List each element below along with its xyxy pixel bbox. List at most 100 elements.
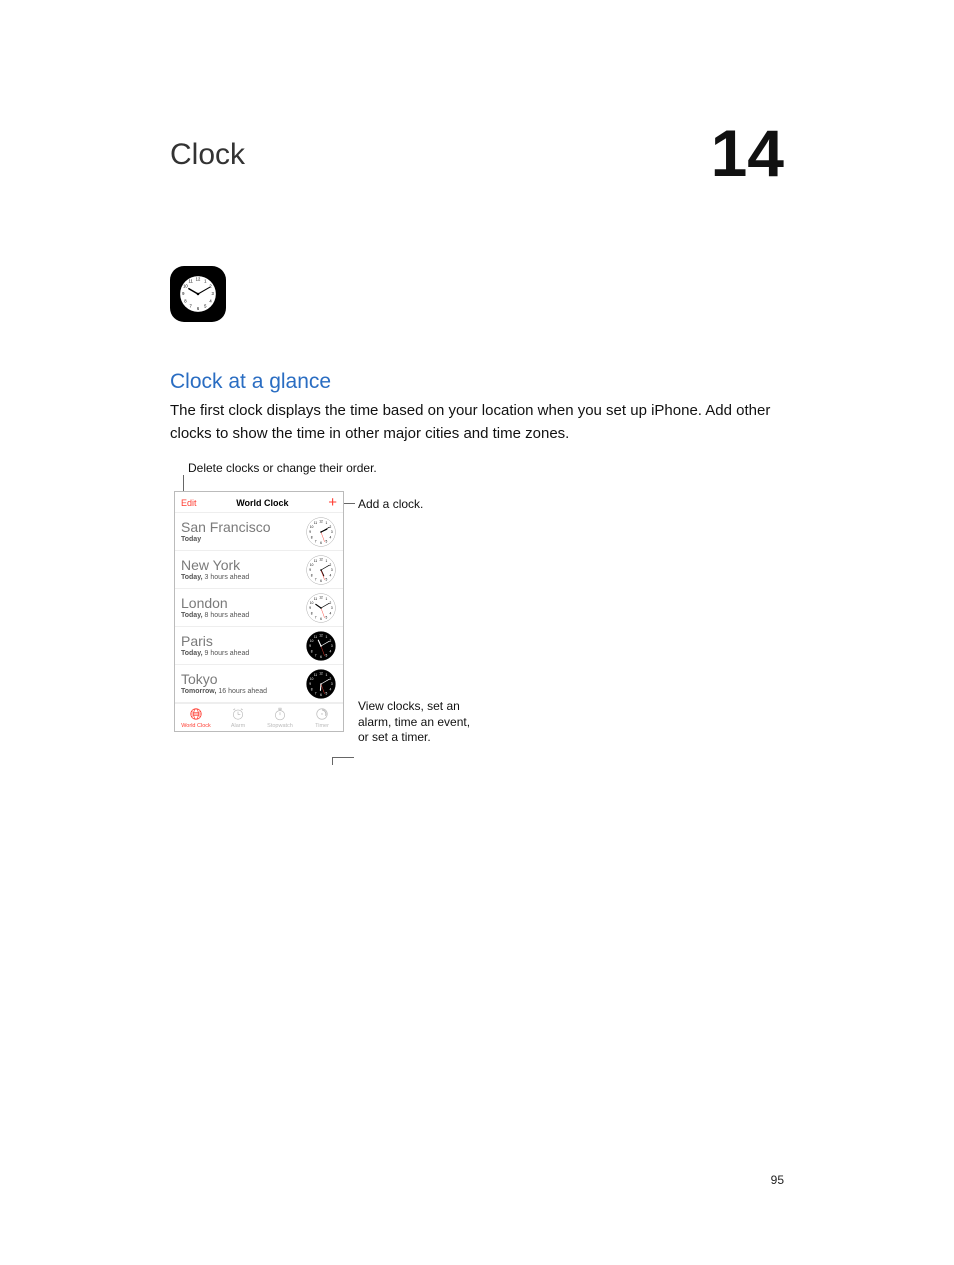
world-clock-screen: Edit World Clock + San Francisco Today 1… (174, 491, 344, 732)
svg-text:10: 10 (310, 562, 314, 566)
tab-label: Stopwatch (267, 723, 293, 729)
globe-icon (189, 707, 203, 723)
svg-text:10: 10 (310, 676, 314, 680)
svg-text:7: 7 (315, 615, 317, 619)
city-name: London (181, 596, 249, 611)
svg-text:10: 10 (310, 638, 314, 642)
svg-text:11: 11 (314, 672, 318, 676)
svg-text:1: 1 (326, 596, 328, 600)
city-row[interactable]: Tokyo Tomorrow, 16 hours ahead 12 3456789… (175, 665, 343, 703)
section-heading: Clock at a glance (170, 370, 784, 394)
svg-text:5: 5 (326, 615, 328, 619)
svg-text:3: 3 (331, 644, 333, 648)
city-row[interactable]: Paris Today, 9 hours ahead 1234567891011… (175, 627, 343, 665)
add-clock-button[interactable]: + (328, 495, 337, 510)
tab-label: World Clock (181, 723, 211, 729)
city-row[interactable]: London Today, 8 hours ahead 123456789101… (175, 589, 343, 627)
svg-text:2: 2 (329, 524, 331, 528)
city-subtext: Today, 8 hours ahead (181, 612, 249, 619)
tab-stopwatch[interactable]: Stopwatch (259, 707, 301, 729)
svg-text:5: 5 (326, 577, 328, 581)
city-row[interactable]: New York Today, 3 hours ahead 1234567891… (175, 551, 343, 589)
svg-text:4: 4 (329, 649, 331, 653)
svg-text:1: 1 (326, 634, 328, 638)
callout-delete-reorder: Delete clocks or change their order. (188, 461, 377, 477)
svg-text:12: 12 (319, 519, 323, 523)
city-name: San Francisco (181, 520, 270, 535)
svg-text:11: 11 (314, 520, 318, 524)
svg-text:12: 12 (319, 671, 323, 675)
svg-text:10: 10 (310, 600, 314, 604)
callout-view-clocks: View clocks, set an alarm, time an event… (358, 699, 478, 746)
city-subtext: Today, 3 hours ahead (181, 574, 249, 581)
svg-text:8: 8 (311, 535, 313, 539)
city-name: Tokyo (181, 672, 267, 687)
svg-text:6: 6 (320, 541, 322, 545)
tab-timer[interactable]: Timer (301, 707, 343, 729)
svg-text:3: 3 (331, 682, 333, 686)
svg-text:11: 11 (314, 596, 318, 600)
svg-text:3: 3 (331, 568, 333, 572)
svg-text:9: 9 (309, 682, 311, 686)
svg-text:7: 7 (315, 653, 317, 657)
svg-text:3: 3 (331, 606, 333, 610)
chapter-title: Clock (170, 138, 245, 172)
svg-text:9: 9 (309, 530, 311, 534)
svg-text:4: 4 (329, 687, 331, 691)
svg-text:8: 8 (311, 649, 313, 653)
svg-text:4: 4 (329, 535, 331, 539)
svg-text:7: 7 (315, 577, 317, 581)
svg-text:2: 2 (329, 676, 331, 680)
svg-text:12: 12 (319, 633, 323, 637)
tab-world-clock[interactable]: World Clock (175, 707, 217, 729)
timer-icon (315, 707, 329, 723)
city-name: New York (181, 558, 249, 573)
svg-text:3: 3 (331, 530, 333, 534)
svg-text:9: 9 (309, 606, 311, 610)
svg-text:4: 4 (329, 611, 331, 615)
svg-text:5: 5 (326, 653, 328, 657)
svg-text:6: 6 (320, 655, 322, 659)
svg-text:8: 8 (311, 573, 313, 577)
svg-text:12: 12 (196, 276, 201, 281)
svg-text:10: 10 (183, 284, 188, 289)
city-subtext: Today (181, 536, 270, 543)
callout-add-clock: Add a clock. (358, 497, 423, 513)
svg-text:11: 11 (314, 558, 318, 562)
svg-text:8: 8 (311, 611, 313, 615)
city-row[interactable]: San Francisco Today 123456789101112 (175, 513, 343, 551)
edit-button[interactable]: Edit (181, 498, 197, 508)
chapter-number: 14 (711, 120, 784, 186)
svg-text:6: 6 (320, 693, 322, 697)
svg-text:1: 1 (326, 520, 328, 524)
section-body: The first clock displays the time based … (170, 400, 784, 445)
svg-text:2: 2 (329, 600, 331, 604)
city-name: Paris (181, 634, 249, 649)
svg-text:11: 11 (314, 634, 318, 638)
tab-alarm[interactable]: Alarm (217, 707, 259, 729)
svg-text:12: 12 (319, 557, 323, 561)
svg-text:5: 5 (326, 539, 328, 543)
city-subtext: Tomorrow, 16 hours ahead (181, 688, 267, 695)
svg-text:9: 9 (309, 568, 311, 572)
svg-text:12: 12 (319, 595, 323, 599)
screen-title: World Clock (236, 498, 288, 508)
svg-text:11: 11 (188, 278, 193, 283)
alarm-icon (231, 707, 245, 723)
tab-label: Timer (315, 723, 329, 729)
page-number: 95 (771, 1173, 784, 1187)
stopwatch-icon (273, 707, 287, 723)
tab-bar: World Clock Alarm Stopwatch Timer (175, 703, 343, 731)
svg-text:5: 5 (326, 691, 328, 695)
svg-text:2: 2 (329, 638, 331, 642)
svg-text:10: 10 (310, 524, 314, 528)
svg-text:7: 7 (315, 691, 317, 695)
svg-text:7: 7 (315, 539, 317, 543)
svg-text:9: 9 (309, 644, 311, 648)
svg-text:8: 8 (311, 687, 313, 691)
svg-text:6: 6 (320, 617, 322, 621)
svg-text:2: 2 (329, 562, 331, 566)
tab-label: Alarm (231, 723, 245, 729)
svg-text:1: 1 (326, 558, 328, 562)
city-subtext: Today, 9 hours ahead (181, 650, 249, 657)
